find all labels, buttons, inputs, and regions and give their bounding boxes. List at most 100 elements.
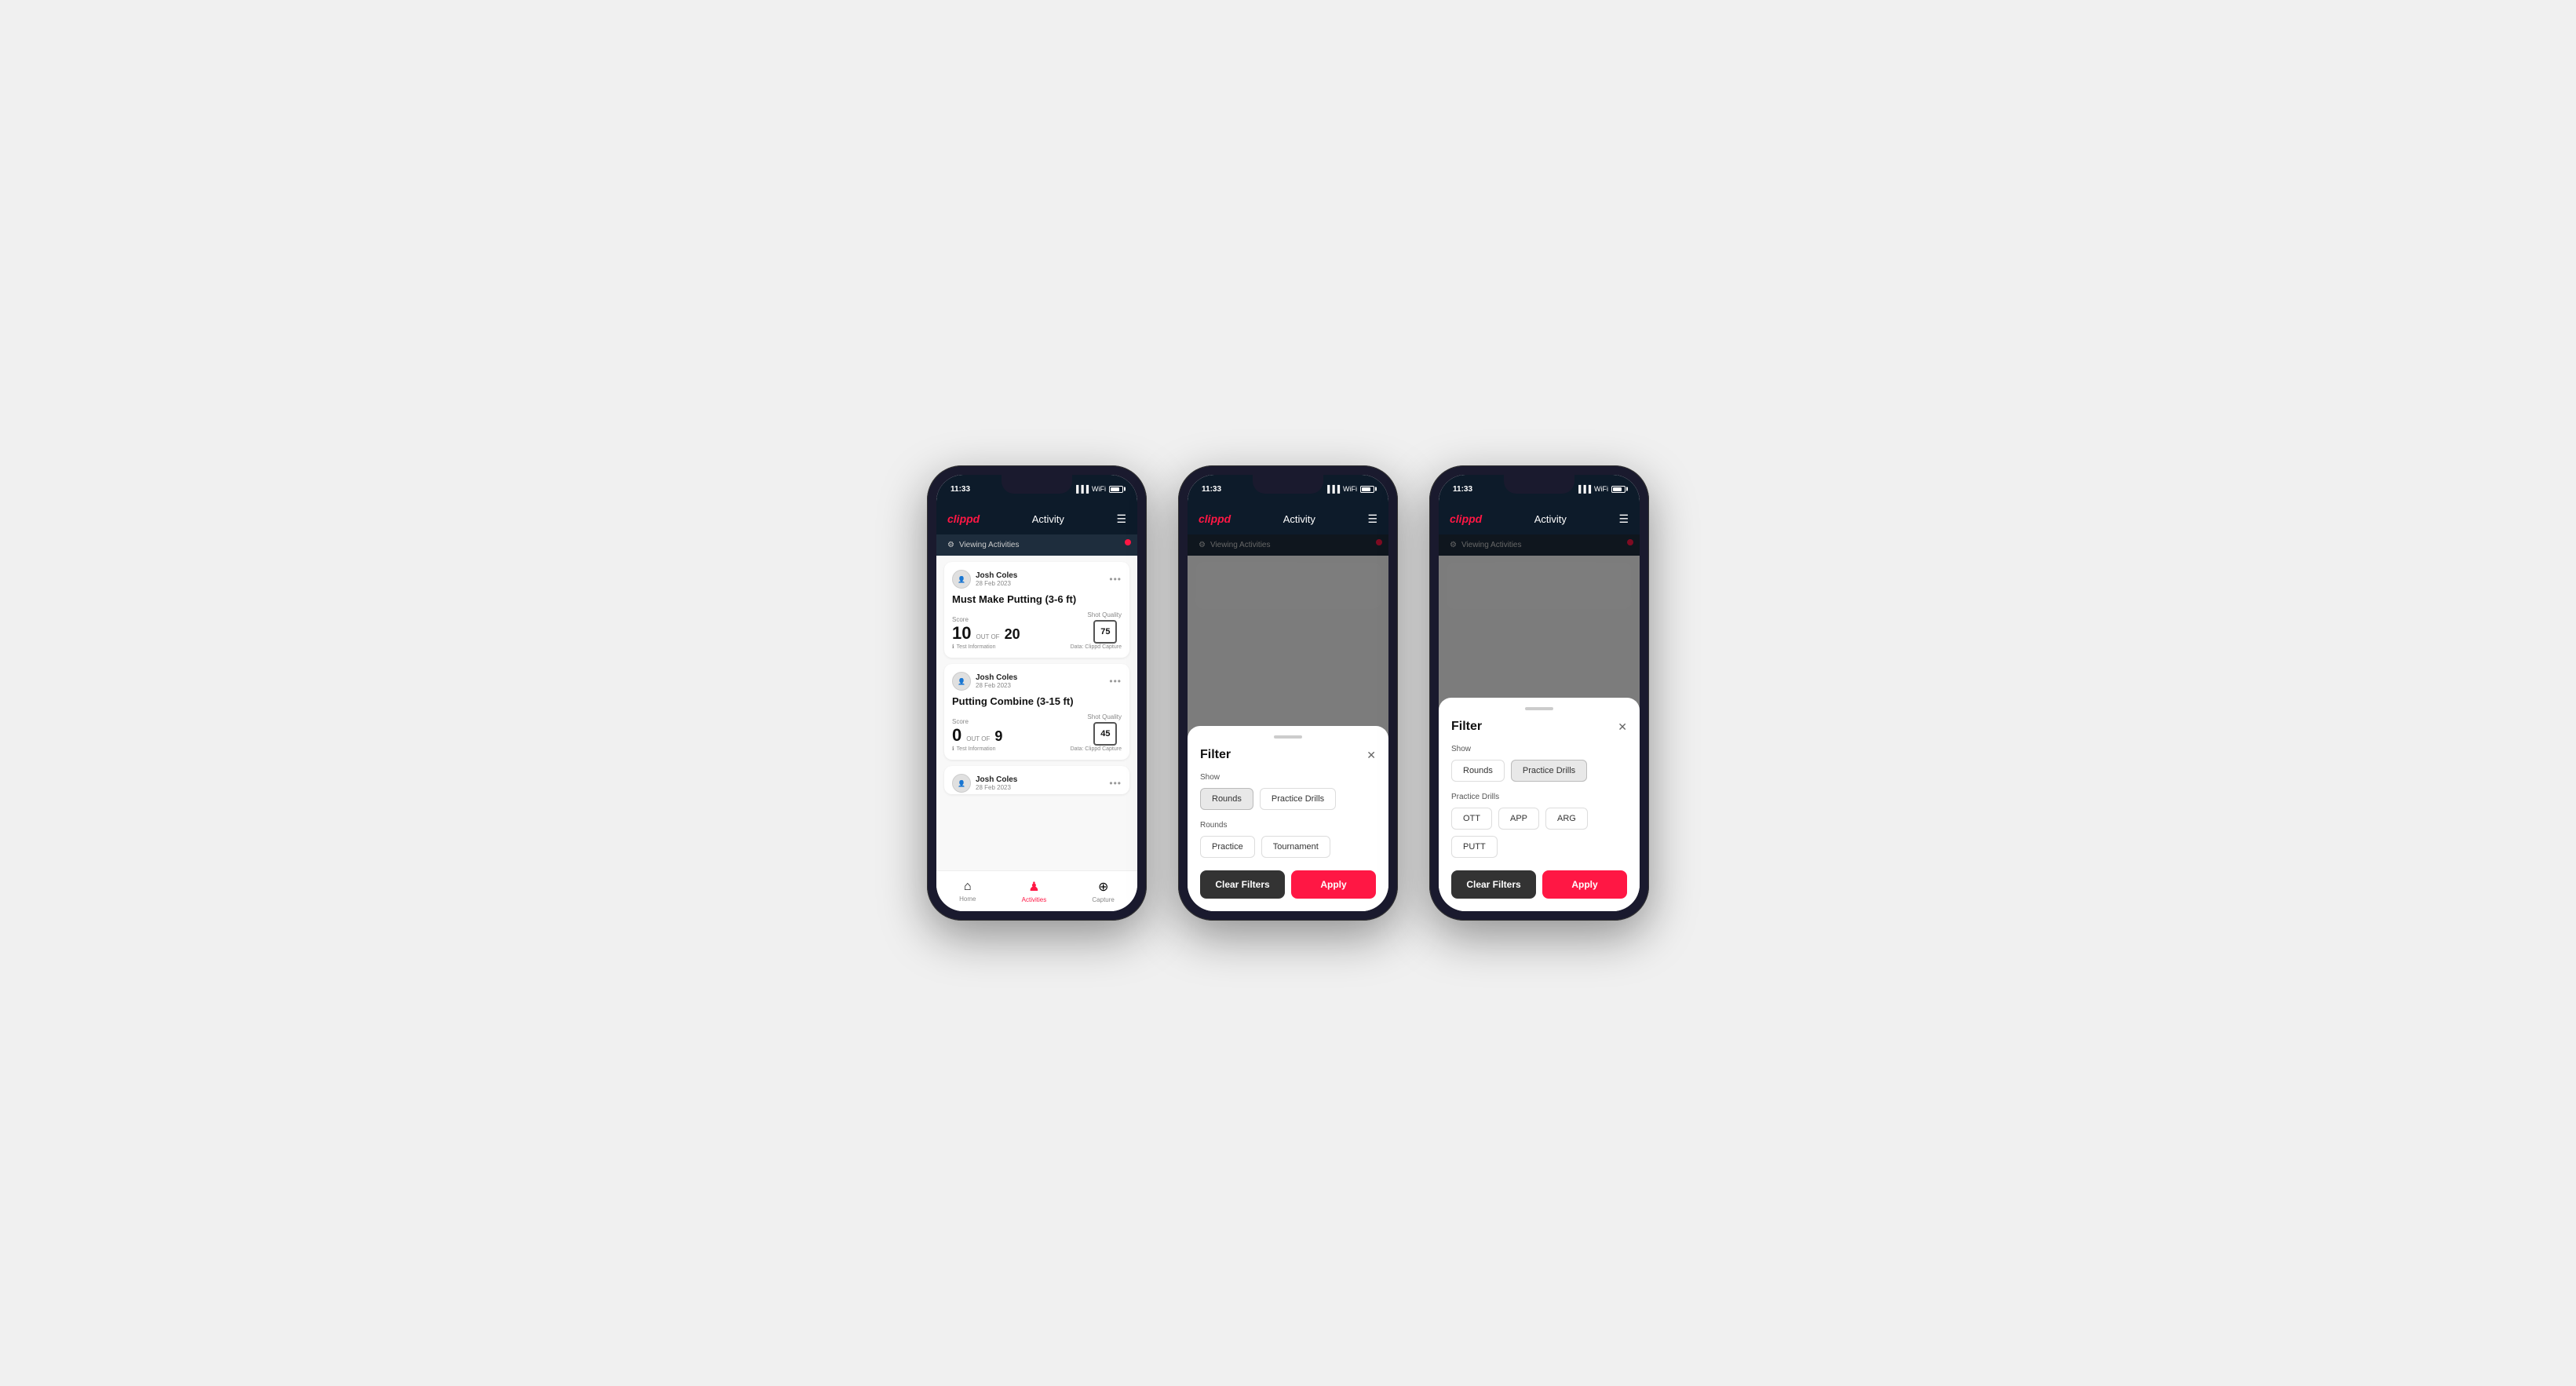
filter-overlay-2: Filter ✕ Show Rounds Practice Drills Rou… — [1188, 534, 1388, 911]
app-btn-3[interactable]: APP — [1498, 808, 1539, 830]
phones-container: 11:33 ▐▐▐ WiFi clippd Activity ☰ ⚙ Viewi… — [927, 465, 1649, 921]
menu-icon-1[interactable]: ☰ — [1116, 512, 1126, 526]
dots-menu-2[interactable]: ••• — [1109, 676, 1122, 687]
activity-content-1: 👤 Josh Coles 28 Feb 2023 ••• Must Make P… — [936, 556, 1137, 870]
item-header-1: 👤 Josh Coles 28 Feb 2023 ••• — [952, 570, 1122, 589]
item-footer-1: ℹ Test Information Data: Clippd Capture — [952, 644, 1122, 650]
activity-item-3: 👤 Josh Coles 28 Feb 2023 ••• — [944, 766, 1129, 794]
filter-actions-2: Clear Filters Apply — [1200, 870, 1376, 899]
apply-btn-2[interactable]: Apply — [1291, 870, 1376, 899]
filter-sheet-2: Filter ✕ Show Rounds Practice Drills Rou… — [1188, 726, 1388, 911]
battery-icon — [1109, 486, 1123, 493]
sq-label-1: Shot Quality — [1087, 611, 1122, 618]
battery-icon-2 — [1360, 486, 1374, 493]
wifi-icon: WiFi — [1092, 485, 1106, 493]
dots-menu-1[interactable]: ••• — [1109, 574, 1122, 585]
show-buttons-2: Rounds Practice Drills — [1200, 788, 1376, 810]
filter-title-2: Filter — [1200, 748, 1231, 762]
viewing-bar-1[interactable]: ⚙ Viewing Activities — [936, 534, 1137, 556]
out-of-1: OUT OF — [976, 633, 999, 640]
arg-btn-3[interactable]: ARG — [1545, 808, 1588, 830]
filter-sheet-3: Filter ✕ Show Rounds Practice Drills Pra… — [1439, 698, 1640, 911]
score-1: 10 — [952, 625, 971, 642]
avatar-1: 👤 — [952, 570, 971, 589]
nav-capture-1[interactable]: ⊕ Capture — [1092, 879, 1114, 903]
user-date-1: 28 Feb 2023 — [976, 580, 1017, 587]
nav-bar-3: clippd Activity ☰ — [1439, 503, 1640, 534]
apply-btn-3[interactable]: Apply — [1542, 870, 1627, 899]
phone-1: 11:33 ▐▐▐ WiFi clippd Activity ☰ ⚙ Viewi… — [927, 465, 1147, 921]
clear-filters-btn-3[interactable]: Clear Filters — [1451, 870, 1536, 899]
practice-drills-btn-2[interactable]: Practice Drills — [1260, 788, 1336, 810]
filter-actions-3: Clear Filters Apply — [1451, 870, 1627, 899]
status-bar-3: 11:33 ▐▐▐ WiFi — [1439, 475, 1640, 503]
bottom-nav-1: ⌂ Home ♟ Activities ⊕ Capture — [936, 870, 1137, 911]
filter-overlay-3: Filter ✕ Show Rounds Practice Drills Pra… — [1439, 534, 1640, 911]
putt-btn-3[interactable]: PUTT — [1451, 836, 1498, 858]
home-label: Home — [959, 895, 976, 903]
practice-drills-btn-3[interactable]: Practice Drills — [1511, 760, 1587, 782]
signal-icon: ▐▐▐ — [1074, 485, 1089, 493]
signal-icon-3: ▐▐▐ — [1576, 485, 1591, 493]
activity-item-2: 👤 Josh Coles 28 Feb 2023 ••• Putting Com… — [944, 664, 1129, 760]
phone-2: 11:33 ▐▐▐ WiFi clippd Activity ☰ ⚙ Viewi… — [1178, 465, 1398, 921]
out-of-2: OUT OF — [966, 735, 990, 742]
activities-label: Activities — [1022, 896, 1047, 903]
time-3: 11:33 — [1453, 485, 1472, 494]
avatar-3: 👤 — [952, 774, 971, 793]
ott-btn-3[interactable]: OTT — [1451, 808, 1492, 830]
drills-buttons-3: OTT APP ARG PUTT — [1451, 808, 1627, 858]
capture-icon: ⊕ — [1098, 879, 1108, 895]
home-icon: ⌂ — [964, 880, 972, 894]
user-name-1: Josh Coles — [976, 571, 1017, 580]
status-bar-2: 11:33 ▐▐▐ WiFi — [1188, 475, 1388, 503]
filter-close-2[interactable]: ✕ — [1366, 749, 1376, 762]
filter-title-3: Filter — [1451, 720, 1482, 734]
score-label-1: Score — [952, 616, 1020, 623]
time-1: 11:33 — [950, 485, 970, 494]
sq-label-2: Shot Quality — [1087, 713, 1122, 720]
filter-handle-2 — [1274, 735, 1302, 739]
logo-3: clippd — [1450, 512, 1482, 525]
nav-bar-1: clippd Activity ☰ — [936, 503, 1137, 534]
rounds-btn-3[interactable]: Rounds — [1451, 760, 1505, 782]
item-footer-2: ℹ Test Information Data: Clippd Capture — [952, 746, 1122, 752]
show-label-3: Show — [1451, 745, 1627, 753]
wifi-icon-3: WiFi — [1594, 485, 1608, 493]
user-details-1: Josh Coles 28 Feb 2023 — [976, 571, 1017, 587]
score-2: 0 — [952, 727, 961, 744]
battery-icon-3 — [1611, 486, 1626, 493]
nav-title-2: Activity — [1283, 513, 1315, 525]
nav-activities-1[interactable]: ♟ Activities — [1022, 879, 1047, 903]
user-name-3: Josh Coles — [976, 775, 1017, 784]
nav-home-1[interactable]: ⌂ Home — [959, 880, 976, 903]
wifi-icon-2: WiFi — [1343, 485, 1357, 493]
user-info-3: 👤 Josh Coles 28 Feb 2023 — [952, 774, 1017, 793]
show-buttons-3: Rounds Practice Drills — [1451, 760, 1627, 782]
score-label-2: Score — [952, 718, 1002, 725]
user-info-2: 👤 Josh Coles 28 Feb 2023 — [952, 672, 1017, 691]
rounds-btn-2[interactable]: Rounds — [1200, 788, 1253, 810]
drills-label-3: Practice Drills — [1451, 793, 1627, 801]
user-date-2: 28 Feb 2023 — [976, 682, 1017, 689]
dots-menu-3[interactable]: ••• — [1109, 778, 1122, 789]
activity-item-1: 👤 Josh Coles 28 Feb 2023 ••• Must Make P… — [944, 562, 1129, 658]
user-details-2: Josh Coles 28 Feb 2023 — [976, 673, 1017, 689]
logo-2: clippd — [1199, 512, 1231, 525]
user-date-3: 28 Feb 2023 — [976, 784, 1017, 791]
activities-icon: ♟ — [1028, 879, 1039, 895]
practice-round-btn-2[interactable]: Practice — [1200, 836, 1255, 858]
filter-icon: ⚙ — [947, 541, 954, 549]
menu-icon-3[interactable]: ☰ — [1618, 512, 1629, 526]
status-icons-2: ▐▐▐ WiFi — [1325, 485, 1374, 493]
status-icons-3: ▐▐▐ WiFi — [1576, 485, 1626, 493]
clear-filters-btn-2[interactable]: Clear Filters — [1200, 870, 1285, 899]
filter-header-3: Filter ✕ — [1451, 720, 1627, 734]
menu-icon-2[interactable]: ☰ — [1367, 512, 1377, 526]
filter-close-3[interactable]: ✕ — [1618, 720, 1627, 734]
red-dot-1 — [1125, 539, 1131, 545]
tournament-btn-2[interactable]: Tournament — [1261, 836, 1330, 858]
nav-title-1: Activity — [1032, 513, 1064, 525]
test-info-2: ℹ Test Information — [952, 746, 995, 752]
capture-label: Capture — [1092, 896, 1114, 903]
